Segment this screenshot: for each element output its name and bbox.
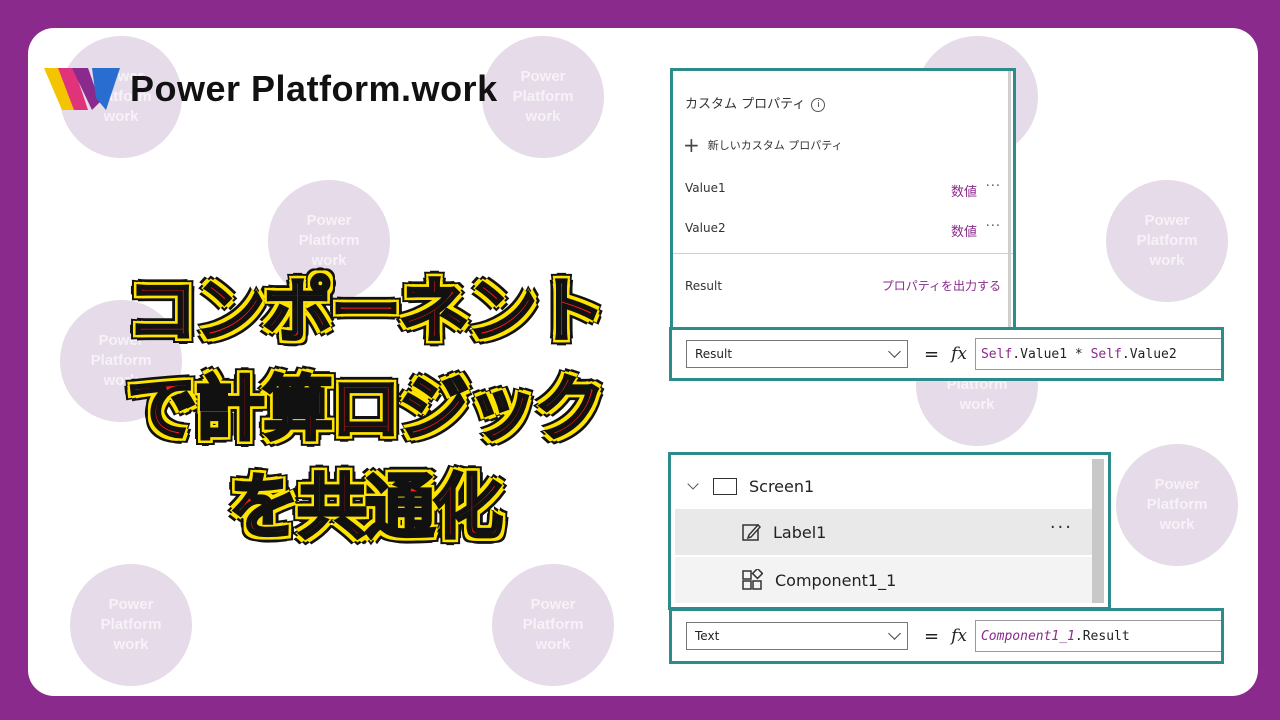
watermark: Power Platform work bbox=[482, 36, 604, 158]
property-row-result[interactable]: Result プロパティを出力する bbox=[685, 279, 1001, 293]
brand-name: Power Platform.work bbox=[130, 68, 498, 109]
watermark: Power Platform work bbox=[492, 564, 614, 686]
fx-icon[interactable]: fx bbox=[951, 626, 967, 646]
equals-sign: = bbox=[924, 343, 940, 365]
property-dropdown[interactable]: Text bbox=[686, 622, 908, 650]
more-options-icon[interactable]: ··· bbox=[1050, 517, 1073, 538]
scrollbar[interactable] bbox=[1008, 71, 1011, 335]
formula-bar: Result = fx Self .Value1 * Self .Value2 bbox=[669, 327, 1224, 381]
component-icon bbox=[742, 569, 763, 590]
more-options-icon[interactable]: ··· bbox=[986, 219, 1001, 234]
formula-bar: Text = fx Component1_1 .Result bbox=[669, 608, 1224, 664]
screen-icon bbox=[713, 477, 737, 495]
property-type: 数値 bbox=[950, 185, 977, 200]
brand-logo: Power Platform.work bbox=[44, 64, 498, 114]
formula-input[interactable]: Component1_1 .Result bbox=[974, 620, 1221, 652]
more-options-icon[interactable]: ··· bbox=[986, 179, 1001, 194]
tree-view-panel: Screen1 Label1 ··· Component1_1 bbox=[668, 452, 1111, 610]
custom-properties-title: カスタム プロパティ i bbox=[685, 93, 826, 112]
chevron-down-icon bbox=[888, 627, 901, 640]
headline-line: で計算ロジック bbox=[126, 367, 607, 452]
custom-properties-panel: カスタム プロパティ i + 新しいカスタム プロパティ Value1 数値 ··… bbox=[670, 68, 1016, 338]
property-type: 数値 bbox=[950, 225, 977, 240]
headline-line: を共通化 bbox=[228, 465, 505, 550]
chevron-down-icon bbox=[888, 345, 901, 358]
new-custom-property-button[interactable]: + 新しいカスタム プロパティ bbox=[683, 133, 843, 157]
tree-item-screen1[interactable]: Screen1 bbox=[675, 463, 1093, 509]
output-property-link[interactable]: プロパティを出力する bbox=[882, 277, 1001, 294]
watermark: Power Platform work bbox=[1106, 180, 1228, 302]
property-dropdown[interactable]: Result bbox=[686, 340, 908, 368]
fx-icon[interactable]: fx bbox=[951, 344, 967, 364]
formula-input[interactable]: Self .Value1 * Self .Value2 bbox=[974, 338, 1221, 370]
headline: コンポーネント で計算ロジック を共通化 bbox=[60, 262, 670, 556]
divider bbox=[673, 253, 1013, 254]
power-platform-logo-icon bbox=[44, 68, 120, 110]
tree-item-component1-1[interactable]: Component1_1 bbox=[675, 557, 1093, 603]
equals-sign: = bbox=[924, 625, 940, 647]
watermark: Power Platform work bbox=[70, 564, 192, 686]
new-custom-property-label: 新しいカスタム プロパティ bbox=[707, 139, 843, 152]
edit-label-icon bbox=[742, 523, 761, 541]
watermark: Power Platform work bbox=[1116, 444, 1238, 566]
plus-icon: + bbox=[683, 133, 700, 157]
scrollbar[interactable] bbox=[1092, 459, 1104, 603]
tree-item-label1[interactable]: Label1 ··· bbox=[675, 509, 1093, 555]
property-row-value1[interactable]: Value1 数値 ··· bbox=[685, 179, 1001, 200]
property-row-value2[interactable]: Value2 数値 ··· bbox=[685, 219, 1001, 240]
info-icon[interactable]: i bbox=[811, 98, 826, 112]
headline-line: コンポーネント bbox=[126, 269, 607, 354]
chevron-down-icon[interactable] bbox=[687, 478, 699, 490]
